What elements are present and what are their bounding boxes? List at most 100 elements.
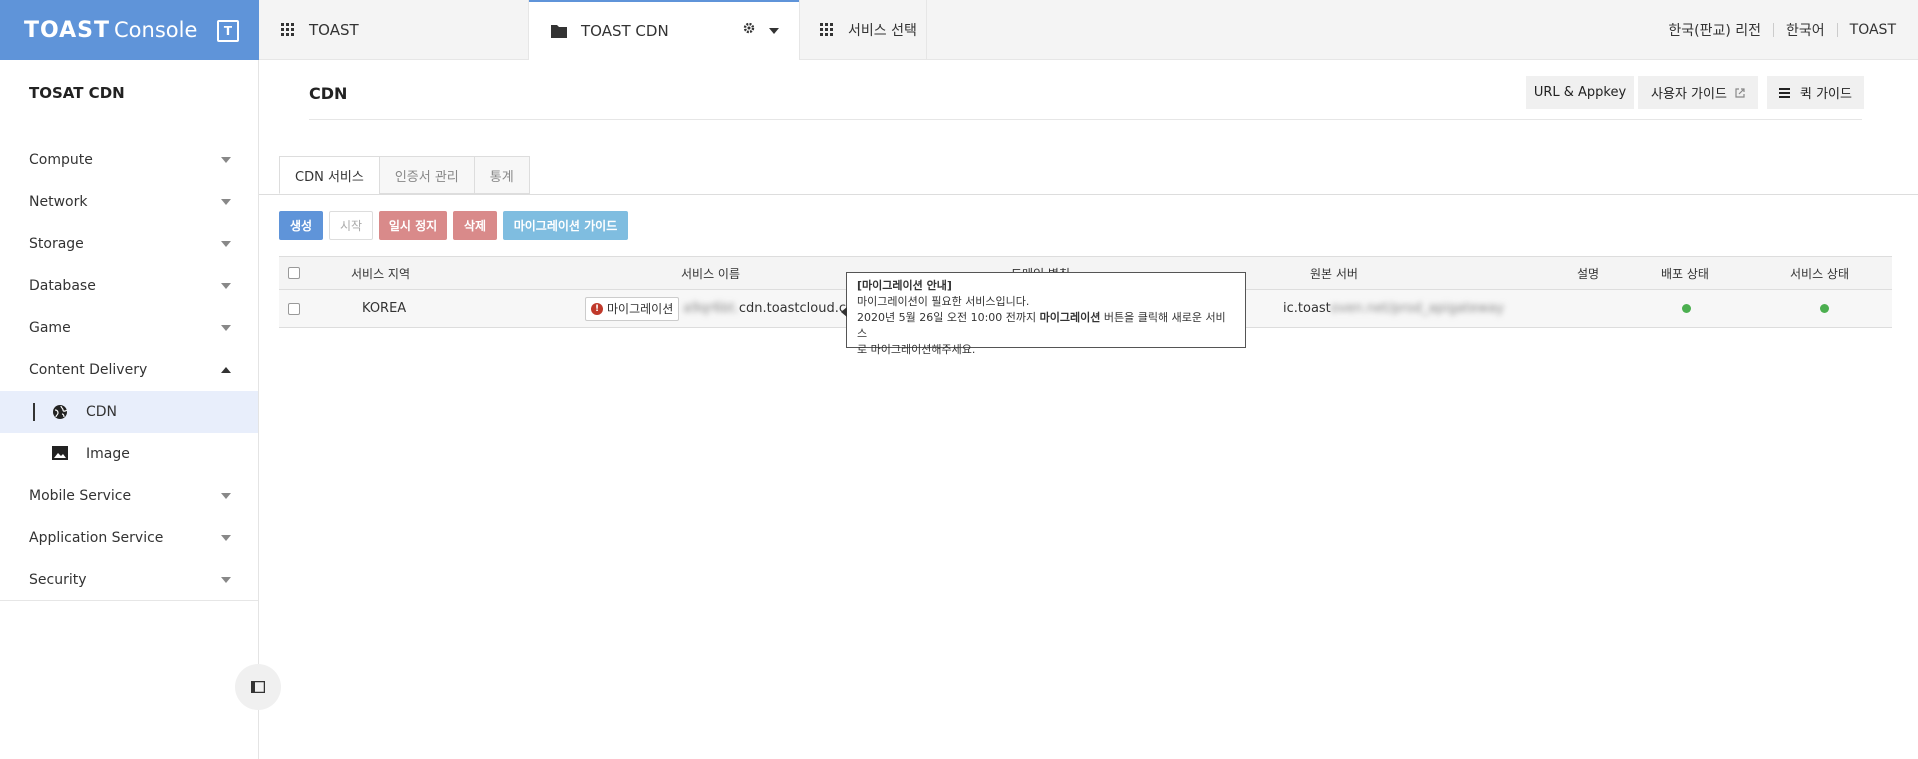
cell-region: KOREA: [362, 301, 407, 316]
sidebar-item-mobile-service[interactable]: Mobile Service: [0, 475, 258, 517]
top-right-links: 한국(판교) 리전 한국어 TOAST: [1668, 0, 1896, 60]
col-header-deploy-status[interactable]: 배포 상태: [1661, 257, 1709, 289]
row-checkbox[interactable]: [288, 290, 300, 327]
chevron-down-icon: [221, 493, 231, 499]
grid-icon: [820, 23, 834, 37]
divider: [1773, 23, 1775, 37]
org-badge[interactable]: T: [217, 20, 239, 42]
top-bar: TOAST Console T TOAST TOAST CDN 서비스 선택 한…: [0, 0, 1918, 60]
tab-certificate-management[interactable]: 인증서 관리: [378, 156, 474, 194]
deploy-status-indicator: [1682, 290, 1691, 327]
chevron-down-icon: [221, 241, 231, 247]
project-title: TOSAT CDN: [29, 84, 125, 102]
service-status-indicator: [1820, 290, 1829, 327]
sidebar-item-content-delivery[interactable]: Content Delivery: [0, 349, 258, 391]
page-title: CDN: [309, 84, 348, 103]
console-logo[interactable]: TOAST Console T: [0, 0, 259, 60]
sidebar-divider: [0, 600, 258, 601]
cell-origin-server: ic.toast oven.net/prod_apigateway: [1283, 290, 1504, 327]
pause-button[interactable]: 일시 정지: [379, 211, 447, 240]
warning-icon: !: [591, 302, 603, 315]
sidebar-item-label: Mobile Service: [29, 488, 132, 504]
col-header-region[interactable]: 서비스 지역: [351, 257, 410, 289]
button-label: 퀵 가이드: [1800, 87, 1852, 102]
migrate-button[interactable]: ! 마이그레이션: [585, 296, 680, 321]
brand-console: Console: [114, 18, 198, 42]
folder-icon: [551, 24, 567, 38]
tooltip-line-3: 로 마이그레이션해주세요.: [857, 343, 976, 356]
chevron-down-icon: [221, 157, 231, 163]
grid-icon: [281, 23, 295, 37]
content-tabs: CDN 서비스 인증서 관리 통계: [279, 156, 530, 194]
sidebar: TOSAT CDN Compute Network Storage Databa…: [0, 60, 259, 759]
user-menu[interactable]: TOAST: [1850, 22, 1896, 38]
tab-label: TOAST CDN: [581, 22, 669, 40]
sidebar-item-label: Application Service: [29, 530, 164, 546]
select-all-checkbox[interactable]: [288, 257, 300, 289]
tooltip-title: [마이그레이션 안내]: [857, 279, 952, 292]
external-link-icon: [1735, 87, 1745, 98]
sidebar-item-application-service[interactable]: Application Service: [0, 517, 258, 559]
globe-icon: [52, 404, 68, 424]
sidebar-subitem-cdn[interactable]: CDN: [0, 391, 258, 433]
url-appkey-button[interactable]: URL & Appkey: [1526, 76, 1634, 109]
gear-icon[interactable]: [743, 22, 755, 37]
action-buttons: 생성 시작 일시 정지 삭제 마이그레이션 가이드: [279, 211, 628, 240]
tabs-divider: [259, 194, 1918, 195]
chevron-down-icon: [221, 535, 231, 541]
origin-prefix: ic.toast: [1283, 301, 1331, 316]
col-header-service-status[interactable]: 서비스 상태: [1790, 257, 1849, 289]
tooltip-arrow: [841, 307, 847, 317]
sidebar-item-label: Network: [29, 194, 88, 210]
tab-statistics[interactable]: 통계: [473, 156, 530, 194]
tab-service-select[interactable]: 서비스 선택: [799, 0, 927, 60]
sidebar-item-label: Game: [29, 320, 71, 336]
tab-toast-org[interactable]: TOAST: [259, 0, 529, 60]
col-header-service-name[interactable]: 서비스 이름: [681, 257, 740, 289]
sidebar-item-network[interactable]: Network: [0, 181, 258, 223]
migration-tooltip: [마이그레이션 안내] 마이그레이션이 필요한 서비스입니다. 2020년 5월…: [841, 272, 1246, 356]
button-label: 마이그레이션: [607, 302, 674, 316]
create-button[interactable]: 생성: [279, 211, 323, 240]
menu-icon: [1779, 87, 1790, 98]
quick-guide-button[interactable]: 퀵 가이드: [1767, 76, 1864, 109]
active-indicator: [33, 403, 35, 421]
sidebar-subitem-image[interactable]: Image: [0, 433, 258, 475]
sidebar-item-storage[interactable]: Storage: [0, 223, 258, 265]
start-button[interactable]: 시작: [329, 211, 373, 240]
tab-label: 서비스 선택: [848, 23, 917, 39]
sidebar-item-database[interactable]: Database: [0, 265, 258, 307]
user-guide-button[interactable]: 사용자 가이드: [1638, 76, 1758, 109]
chevron-down-icon: [221, 199, 231, 205]
sidebar-item-label: Database: [29, 278, 96, 294]
tab-toast-cdn[interactable]: TOAST CDN: [529, 0, 799, 60]
sidebar-item-game[interactable]: Game: [0, 307, 258, 349]
sidebar-item-label: Content Delivery: [29, 362, 148, 378]
tooltip-text: 2020년 5월 26일 오전 10:00 전까지: [857, 311, 1040, 324]
sidebar-item-label: Security: [29, 572, 87, 588]
col-header-description[interactable]: 설명: [1577, 257, 1599, 289]
tooltip-line-1: 마이그레이션이 필요한 서비스입니다.: [857, 295, 1030, 308]
title-divider: [309, 119, 1862, 120]
sidebar-item-label: Storage: [29, 236, 84, 252]
sidebar-item-security[interactable]: Security: [0, 559, 258, 601]
region-selector[interactable]: 한국(판교) 리전: [1668, 20, 1761, 40]
chevron-down-icon: [221, 577, 231, 583]
sidebar-item-label: Compute: [29, 152, 93, 168]
chevron-down-icon: [221, 283, 231, 289]
image-icon: [52, 446, 68, 464]
tooltip-bold-text: 마이그레이션: [1039, 311, 1101, 324]
button-label: URL & Appkey: [1533, 85, 1627, 100]
col-header-origin-server[interactable]: 원본 서버: [1310, 257, 1358, 289]
migration-guide-button[interactable]: 마이그레이션 가이드: [503, 211, 628, 240]
brand-name: TOAST: [24, 17, 110, 43]
tab-cdn-service[interactable]: CDN 서비스: [279, 156, 379, 194]
sidebar-item-label: CDN: [86, 404, 118, 420]
service-name-prefix: a9qr6bt.: [683, 301, 739, 316]
chevron-down-icon[interactable]: [769, 23, 779, 37]
delete-button[interactable]: 삭제: [453, 211, 497, 240]
language-selector[interactable]: 한국어: [1786, 20, 1825, 40]
sidebar-item-compute[interactable]: Compute: [0, 139, 258, 181]
chevron-up-icon: [221, 367, 231, 373]
origin-blurred: oven.net/prod_apigateway: [1330, 301, 1504, 316]
